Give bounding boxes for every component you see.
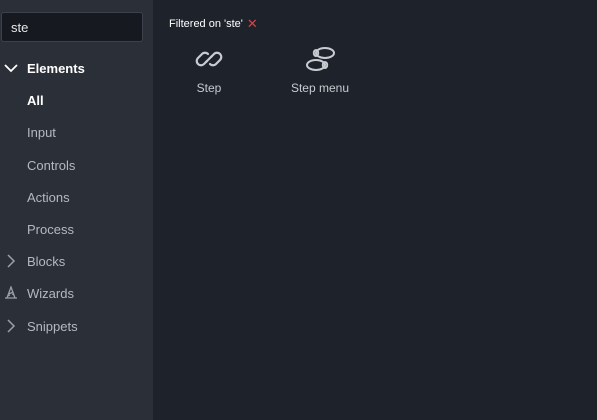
sidebar-item-label: Process	[27, 221, 74, 237]
link-icon	[195, 51, 223, 67]
sidebar-item-label: All	[27, 92, 44, 108]
section-elements[interactable]: Elements	[0, 57, 153, 79]
sidebar-item-label: Actions	[27, 189, 70, 205]
filter-text: Filtered on 'ste'	[169, 18, 243, 30]
results-panel: Filtered on 'ste' ✕ Step Step menu	[153, 0, 597, 420]
group-blocks-label: Blocks	[27, 253, 66, 269]
sidebar-item-label: Controls	[27, 157, 76, 173]
sidebar-item-all[interactable]: All	[0, 89, 153, 111]
result-step[interactable]: Step	[191, 44, 227, 104]
group-wizards-label: Wizards	[27, 285, 74, 301]
footsteps-icon	[306, 47, 335, 71]
group-blocks[interactable]: Blocks	[0, 250, 153, 272]
group-wizards[interactable]: Wizards	[0, 282, 153, 304]
sidebar: Elements All Input Controls Actions Proc…	[0, 0, 153, 420]
result-step-menu-label: Step menu	[290, 81, 350, 95]
filter-bar: Filtered on 'ste' ✕	[169, 16, 258, 32]
result-step-label: Step	[196, 81, 222, 95]
chevron-down-icon	[4, 64, 18, 73]
chevron-right-icon	[7, 319, 16, 333]
group-snippets-label: Snippets	[27, 318, 78, 334]
element-browser: Elements All Input Controls Actions Proc…	[0, 0, 597, 420]
sidebar-item-controls[interactable]: Controls	[0, 154, 153, 176]
result-step-menu[interactable]: Step menu	[286, 44, 354, 104]
close-icon[interactable]: ✕	[247, 17, 258, 31]
chevron-right-icon	[7, 254, 16, 268]
wizard-hat-icon	[5, 286, 17, 299]
sidebar-item-input[interactable]: Input	[0, 121, 153, 143]
section-elements-label: Elements	[27, 60, 85, 76]
search-input[interactable]	[1, 12, 143, 42]
sidebar-item-process[interactable]: Process	[0, 218, 153, 240]
sidebar-item-actions[interactable]: Actions	[0, 186, 153, 208]
group-snippets[interactable]: Snippets	[0, 315, 153, 337]
sidebar-item-label: Input	[27, 124, 56, 140]
